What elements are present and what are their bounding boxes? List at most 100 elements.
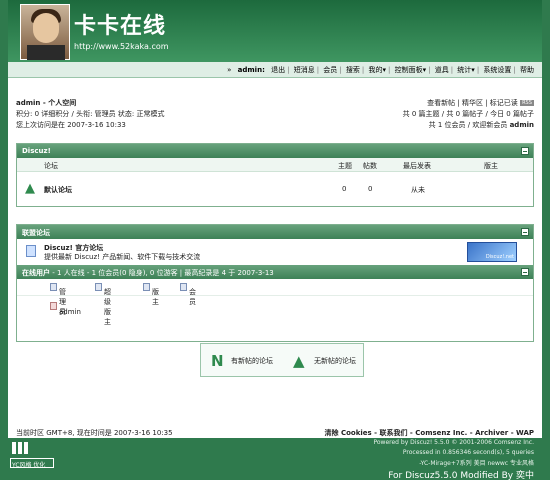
legend-admin: 管理员 xyxy=(50,283,66,316)
nav-my[interactable]: 我的▾ xyxy=(366,66,388,74)
category-header: Discuz! xyxy=(17,144,533,158)
nav-sep: | xyxy=(513,66,516,74)
collapse-icon[interactable] xyxy=(521,268,529,276)
site-footer: YC风格 优化 Powered by Discuz! 5.5.0 © 2001-… xyxy=(8,438,542,480)
top-nav: » admin: 退出 | 短消息 | 会员 | 搜索 | 我的▾ | 控制面板▾ | 道具… xyxy=(8,62,542,78)
user-info: admin - 个人空间 积分: 0 详细积分 / 头衔: 管理员 状态: 正常… xyxy=(16,98,164,131)
legend-mod: 版主 xyxy=(143,283,159,306)
new-posts-icon: N xyxy=(211,352,224,370)
page-wrapper: 卡卡在线 http://www.52kaka.com » admin: 退出 | … xyxy=(8,0,542,480)
nav-props[interactable]: 道具 xyxy=(433,66,451,74)
table-row: ▲ 默认论坛 0 0 从未 xyxy=(17,172,533,206)
super-moderator-icon xyxy=(95,283,102,291)
forum-name-link[interactable]: 默认论坛 xyxy=(44,185,72,195)
header-forum: 论坛 xyxy=(44,162,58,170)
user-info-line3: 您上次访问是在 2007-3-16 10:33 xyxy=(16,121,126,129)
user-info-line1: admin - 个人空间 xyxy=(16,98,164,109)
header-photo xyxy=(20,4,70,60)
admin-icon xyxy=(50,283,57,291)
site-title[interactable]: 卡卡在线 xyxy=(74,8,166,40)
legend-super-mod: 超级版主 xyxy=(95,283,111,326)
online-label[interactable]: 在线用户 xyxy=(22,269,50,277)
user-space-link[interactable]: - 个人空间 xyxy=(40,99,76,107)
header-threads: 主题 xyxy=(338,162,352,170)
forum-status-icon: ▲ xyxy=(25,181,35,196)
nav-logout[interactable]: 退出 xyxy=(269,66,287,74)
stats-line1: 共 0 篇主题 / 共 0 篇帖子 / 今日 0 篇帖子 xyxy=(402,110,534,118)
stats-line2-text: 共 1 位会员 / 欢迎新会员 xyxy=(428,121,510,129)
forum-category: Discuz! 论坛 主题 帖数 最后发表 版主 ▲ 默认论坛 0 0 从未 xyxy=(16,143,534,207)
photo-face xyxy=(33,13,59,43)
no-new-posts-label: 无新帖的论坛 xyxy=(314,357,356,365)
nav-sep: | xyxy=(339,66,342,74)
nav-stats[interactable]: 统计▾ xyxy=(455,66,477,74)
site-header: 卡卡在线 http://www.52kaka.com xyxy=(8,0,542,62)
admin-icon xyxy=(50,302,57,310)
header-last-post: 最后发表 xyxy=(403,162,431,170)
forum-threads: 0 xyxy=(342,185,347,193)
style-credit: -YC-Mirage+7系列 美目 newwc 专业风格 xyxy=(419,460,534,467)
nav-sep: | xyxy=(287,66,290,74)
newest-member-link[interactable]: admin xyxy=(510,121,534,129)
list-item: Discuz! 官方论坛 提供最新 Discuz! 产品新闻、软件下载与技术交流… xyxy=(17,239,533,265)
nav-user-prefix: » xyxy=(227,66,232,74)
header-posts: 帖数 xyxy=(363,162,377,170)
user-name-link[interactable]: admin xyxy=(16,99,40,107)
nav-settings[interactable]: 系统设置 xyxy=(481,66,513,74)
collapse-icon[interactable] xyxy=(521,228,529,236)
discuz-banner[interactable]: Discuz!.net xyxy=(467,242,517,262)
nav-search[interactable]: 搜索 xyxy=(344,66,362,74)
forum-status-legend: N 有新帖的论坛 ▲ 无新帖的论坛 xyxy=(200,343,364,377)
nav-sep: | xyxy=(428,66,431,74)
nav-items: » admin: 退出 | 短消息 | 会员 | 搜索 | 我的▾ | 控制面板▾ | 道具… xyxy=(225,65,536,75)
nav-members[interactable]: 会员 xyxy=(321,66,339,74)
nav-sep: | xyxy=(450,66,454,74)
footer-info: 当前时区 GMT+8, 现在时间是 2007-3-16 10:35 清除 Coo… xyxy=(16,428,534,438)
moderator-icon xyxy=(143,283,150,291)
member-icon xyxy=(180,283,187,291)
footer-links[interactable]: 清除 Cookies - 联系我们 - Comsenz Inc. - Archi… xyxy=(325,428,534,438)
nav-messages[interactable]: 短消息 xyxy=(292,66,317,74)
grid-logo-icon xyxy=(12,442,30,454)
powered-by: Powered by Discuz! 5.5.0 © 2001-2006 Com… xyxy=(373,439,534,446)
board-stats: 查看新帖 | 精华区 | 标记已读 RSS 共 0 篇主题 / 共 0 篇帖子 … xyxy=(403,98,534,131)
link-title: 联盟论坛 xyxy=(22,229,50,237)
processed-info: Processed in 0.856346 second(s), 5 queri… xyxy=(402,449,534,456)
link-box: 联盟论坛 Discuz! 官方论坛 提供最新 Discuz! 产品新闻、软件下载… xyxy=(16,224,534,342)
no-new-posts-icon: ▲ xyxy=(293,352,305,370)
link-header: 联盟论坛 xyxy=(17,225,533,239)
online-legend: 管理员 超级版主 版主 会员 xyxy=(17,279,533,326)
online-header: 在线用户 - 1 人在线 - 1 位会员(0 隐身), 0 位游客 | 最高纪录… xyxy=(17,265,533,279)
header-moderator: 版主 xyxy=(484,162,498,170)
nav-sep: | xyxy=(476,66,480,74)
footer-logo: YC风格 优化 xyxy=(10,442,54,472)
forum-last-post: 从未 xyxy=(411,186,425,194)
quick-links-text[interactable]: 查看新帖 | 精华区 | 标记已读 xyxy=(427,99,518,107)
nav-help[interactable]: 帮助 xyxy=(518,66,536,74)
online-summary: - 1 人在线 - 1 位会员(0 隐身), 0 位游客 | 最高纪录是 4 于… xyxy=(50,269,274,277)
style-badge: YC风格 优化 xyxy=(10,458,54,469)
nav-sep: | xyxy=(316,66,320,74)
online-members: admin xyxy=(17,295,533,316)
photo-shirt xyxy=(27,45,65,60)
forum-posts: 0 xyxy=(368,185,373,193)
new-posts-label: 有新帖的论坛 xyxy=(231,357,273,365)
nav-sep: | xyxy=(361,66,365,74)
modified-by: For Discuz5.5.0 Modified By 奕中 xyxy=(388,471,534,480)
link-description: 提供最新 Discuz! 产品新闻、软件下载与技术交流 xyxy=(44,253,201,261)
category-title[interactable]: Discuz! xyxy=(22,147,51,155)
online-member-name[interactable]: admin xyxy=(59,308,81,316)
legend-member: 会员 xyxy=(180,283,196,306)
quick-links: 查看新帖 | 精华区 | 标记已读 RSS xyxy=(403,98,534,109)
online-member[interactable]: admin xyxy=(50,302,81,316)
nav-user[interactable]: admin: xyxy=(236,66,267,74)
site-url: http://www.52kaka.com xyxy=(74,42,169,51)
rss-icon[interactable]: RSS xyxy=(520,100,534,106)
nav-sep: | xyxy=(388,66,391,74)
link-site-icon xyxy=(26,245,36,257)
user-info-line2: 积分: 0 详细积分 / 头衔: 管理员 状态: 正常模式 xyxy=(16,110,165,118)
nav-control-panel[interactable]: 控制面板▾ xyxy=(393,66,429,74)
timezone-info: 当前时区 GMT+8, 现在时间是 2007-3-16 10:35 xyxy=(16,429,173,437)
collapse-icon[interactable] xyxy=(521,147,529,155)
stats-line2: 共 1 位会员 / 欢迎新会员 admin xyxy=(403,120,534,131)
